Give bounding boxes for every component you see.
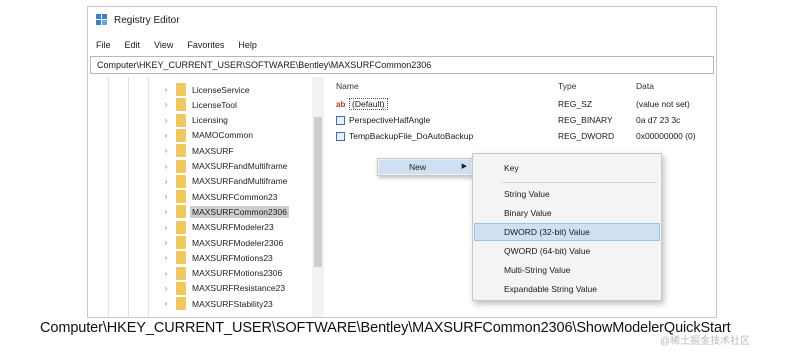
expand-arrow-icon[interactable]: ›: [160, 131, 172, 140]
folder-icon: [176, 174, 186, 188]
menu-item-new[interactable]: New ▶: [379, 160, 471, 174]
tree-item-label: LicenseTool: [192, 99, 237, 110]
folder-icon: [176, 281, 186, 295]
expand-arrow-icon[interactable]: ›: [160, 284, 172, 293]
expand-arrow-icon[interactable]: ›: [160, 162, 172, 171]
submenu-item-string-value[interactable]: String Value: [475, 186, 659, 202]
column-header-type[interactable]: Type: [558, 81, 576, 91]
expand-arrow-icon[interactable]: ›: [160, 146, 172, 155]
expand-arrow-icon[interactable]: ›: [160, 192, 172, 201]
tree-item-label: LicenseService: [192, 84, 250, 95]
value-data: 0a d7 23 3c: [636, 115, 681, 125]
submenu-item-key[interactable]: Key: [475, 160, 659, 176]
tree-item-label: MAXSURFMotions2306: [192, 268, 283, 279]
new-submenu: Key String Value Binary Value DWORD (32-…: [472, 153, 662, 301]
expand-arrow-icon[interactable]: ›: [160, 269, 172, 278]
tree-scrollbar[interactable]: [312, 77, 324, 317]
tree-item-label: MAMOCommon: [192, 130, 253, 141]
tree-item-label: MAXSURF: [192, 145, 234, 156]
tree-item-label: MAXSURFModeler2306: [192, 237, 284, 248]
submenu-item-multi-string-value[interactable]: Multi-String Value: [475, 262, 659, 278]
registry-editor-icon: [96, 14, 108, 26]
tree-item-label: MAXSURFResistance23: [192, 283, 286, 294]
expand-arrow-icon[interactable]: ›: [160, 85, 172, 94]
key-tree: › LicenseService › LicenseTool › Licensing › MA…: [88, 77, 328, 317]
submenu-item-dword-value[interactable]: DWORD (32-bit) Value: [474, 223, 660, 241]
expand-arrow-icon[interactable]: ›: [160, 299, 172, 308]
tree-item-label: MAXSURFModeler23: [192, 222, 274, 233]
window-title: Registry Editor: [114, 14, 180, 26]
expand-arrow-icon[interactable]: ›: [160, 253, 172, 262]
column-header-data[interactable]: Data: [636, 81, 654, 91]
value-data: (value not set): [636, 99, 690, 109]
folder-icon: [176, 98, 186, 112]
expand-arrow-icon[interactable]: ›: [160, 100, 172, 109]
expand-arrow-icon[interactable]: ›: [160, 116, 172, 125]
submenu-item-binary-value[interactable]: Binary Value: [475, 205, 659, 221]
tree-item-label: MAXSURFandMultiframe: [192, 176, 288, 187]
folder-icon: [176, 159, 186, 173]
folder-icon: [176, 266, 186, 280]
folder-icon: [176, 251, 186, 265]
folder-icon: [176, 236, 186, 249]
context-menu: New ▶: [377, 158, 473, 176]
folder-icon: [176, 297, 186, 311]
value-type: REG_SZ: [558, 99, 593, 109]
menu-help[interactable]: Help: [230, 37, 263, 53]
tree-item-label: MAXSURFCommon23: [192, 191, 278, 202]
expand-arrow-icon[interactable]: ›: [160, 177, 172, 186]
expand-arrow-icon[interactable]: ›: [160, 207, 172, 216]
value-type: REG_DWORD: [558, 131, 615, 141]
binary-value-icon: [336, 115, 345, 125]
submenu-item-expandable-string-value[interactable]: Expandable String Value: [475, 281, 659, 297]
menu-favorites[interactable]: Favorites: [179, 37, 230, 53]
menu-item-label: New: [409, 162, 427, 172]
tree-item[interactable]: › MAXSURFStability23: [88, 295, 310, 312]
watermark: @稀土掘金技术社区: [660, 336, 751, 347]
folder-icon: [176, 205, 186, 219]
binary-value-icon: [336, 131, 345, 141]
value-name: (Default): [349, 98, 388, 110]
tree-item-label: MAXSURFandMultiframe: [192, 161, 288, 171]
tree-item-label: MAXSURFMotions23: [192, 252, 273, 263]
tree-item-label: MAXSURFCommon2306: [190, 205, 289, 218]
string-value-icon: ab: [336, 99, 346, 109]
menu-bar: File Edit View Favorites Help: [88, 37, 263, 53]
folder-icon: [176, 190, 186, 204]
scrollbar-thumb[interactable]: [314, 117, 322, 267]
tree-item-label: Licensing: [192, 115, 228, 126]
chevron-right-icon: ▶: [461, 163, 467, 170]
folder-icon: [176, 220, 186, 234]
folder-icon: [176, 113, 186, 127]
menu-file[interactable]: File: [88, 37, 117, 53]
value-data: 0x00000000 (0): [636, 131, 696, 141]
column-header-name[interactable]: Name: [336, 81, 359, 91]
value-type: REG_BINARY: [558, 115, 613, 125]
path-caption: Computer\HKEY_CURRENT_USER\SOFTWARE\Bent…: [40, 320, 731, 336]
title-bar: Registry Editor: [88, 7, 716, 33]
folder-icon: [176, 83, 186, 96]
value-name: TempBackupFile_DoAutoBackup: [349, 131, 474, 141]
menu-separator: [501, 182, 657, 183]
folder-icon: [176, 144, 186, 158]
folder-icon: [176, 128, 186, 142]
address-bar[interactable]: Computer\HKEY_CURRENT_USER\SOFTWARE\Bent…: [90, 56, 714, 74]
tree-item-label: MAXSURFStability23: [192, 298, 273, 309]
expand-arrow-icon[interactable]: ›: [160, 223, 172, 232]
menu-edit[interactable]: Edit: [117, 37, 147, 53]
expand-arrow-icon[interactable]: ›: [160, 238, 172, 247]
submenu-item-qword-value[interactable]: QWORD (64-bit) Value: [475, 243, 659, 259]
menu-view[interactable]: View: [146, 37, 179, 53]
value-name: PerspectiveHalfAngle: [349, 115, 431, 125]
